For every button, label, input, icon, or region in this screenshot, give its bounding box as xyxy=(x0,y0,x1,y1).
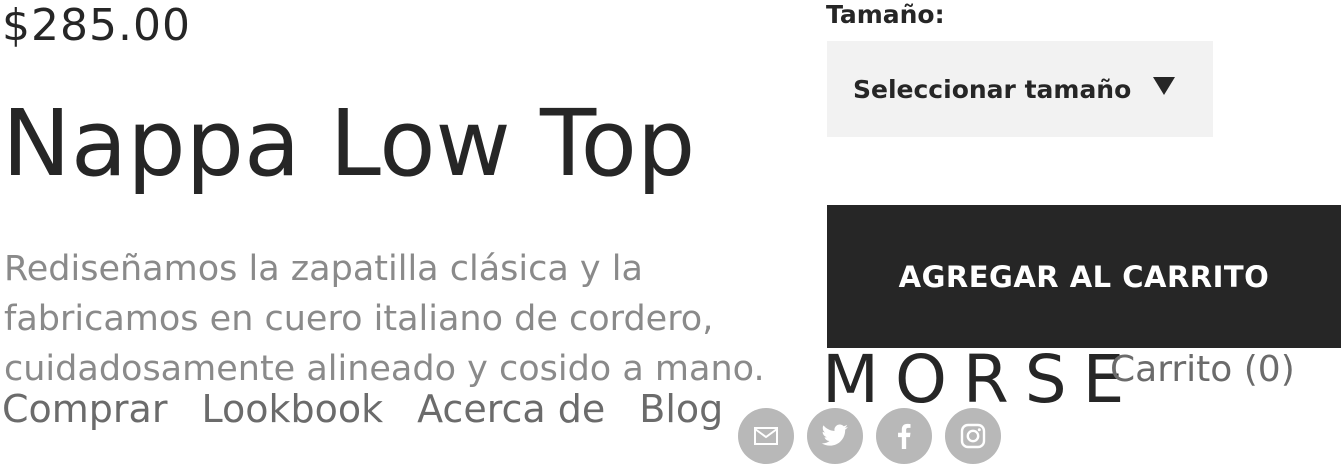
chevron-down-icon xyxy=(1153,77,1175,95)
email-button[interactable] xyxy=(738,408,794,464)
nav-item-blog[interactable]: Blog xyxy=(639,386,723,432)
cart-link[interactable]: Carrito (0) xyxy=(1110,348,1295,392)
twitter-icon xyxy=(821,424,849,448)
product-page: $285.00 Nappa Low Top Rediseñamos la zap… xyxy=(0,0,1344,470)
product-description: Rediseñamos la zapatilla clásica y la fa… xyxy=(4,249,765,389)
brand-logo[interactable]: MORSE xyxy=(822,340,1140,420)
instagram-icon xyxy=(960,423,986,449)
email-icon xyxy=(753,426,779,446)
facebook-icon xyxy=(897,423,911,449)
nav-item-comprar[interactable]: Comprar xyxy=(2,386,167,432)
footer-nav: Comprar Lookbook Acerca de Blog xyxy=(2,386,723,432)
add-to-cart-button[interactable]: AGREGAR AL CARRITO xyxy=(827,205,1341,348)
size-select[interactable]: Seleccionar tamaño xyxy=(827,41,1213,137)
nav-item-acerca-de[interactable]: Acerca de xyxy=(417,386,605,432)
size-label: Tamaño: xyxy=(826,0,945,29)
nav-item-lookbook[interactable]: Lookbook xyxy=(201,386,383,432)
product-title: Nappa Low Top xyxy=(2,90,696,197)
size-select-value: Seleccionar tamaño xyxy=(853,74,1132,104)
product-price: $285.00 xyxy=(2,0,191,51)
